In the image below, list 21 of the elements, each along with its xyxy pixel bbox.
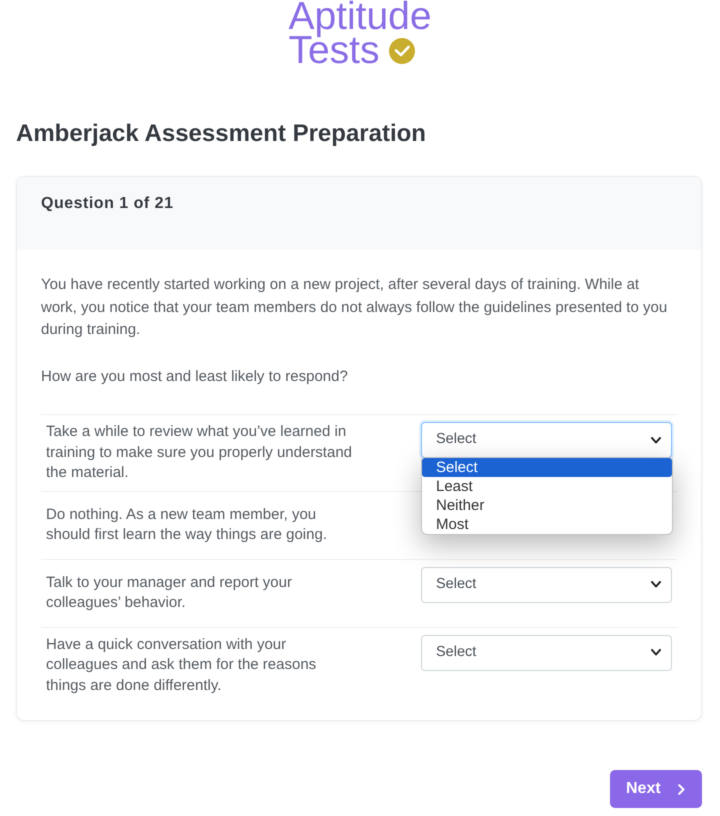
response-text: Take a while to review what you’ve learned in training to make sure you properly understand the material. [45, 422, 354, 483]
dropdown-option[interactable]: Least [422, 477, 672, 496]
page-title: Amberjack Assessment Preparation [16, 119, 426, 149]
response-text: Do nothing. As a new team member, you should first learn the way things are going. [45, 504, 328, 545]
check-circle-icon [389, 38, 416, 64]
select-field[interactable]: Select [421, 422, 672, 458]
dropdown-option[interactable]: Most [422, 515, 672, 534]
response-text: Talk to your manager and report your colleagues’ behavior. [45, 572, 293, 613]
select-field[interactable]: Select [421, 634, 672, 670]
chevron-down-icon [651, 649, 661, 656]
chevron-right-icon [678, 784, 685, 794]
question-number: Question 1 of 21 [41, 195, 174, 212]
next-button[interactable]: Next [610, 770, 702, 808]
dropdown-option[interactable]: Select [422, 458, 672, 477]
question-text: How are you most and least likely to respond? [41, 366, 349, 386]
chevron-down-icon [651, 581, 661, 588]
dropdown-option[interactable]: Neither [422, 496, 672, 515]
question-text: You have recently started working on a new project, after several days of training. While at work, you notice that your team members do not always follow the guidelines presented to you during training. [41, 275, 668, 340]
response-text: Have a quick conversation with your colleagues and ask them for the reasons things are done differently. [45, 634, 318, 696]
select-field[interactable]: Select [421, 566, 672, 602]
chevron-down-icon [651, 436, 661, 444]
